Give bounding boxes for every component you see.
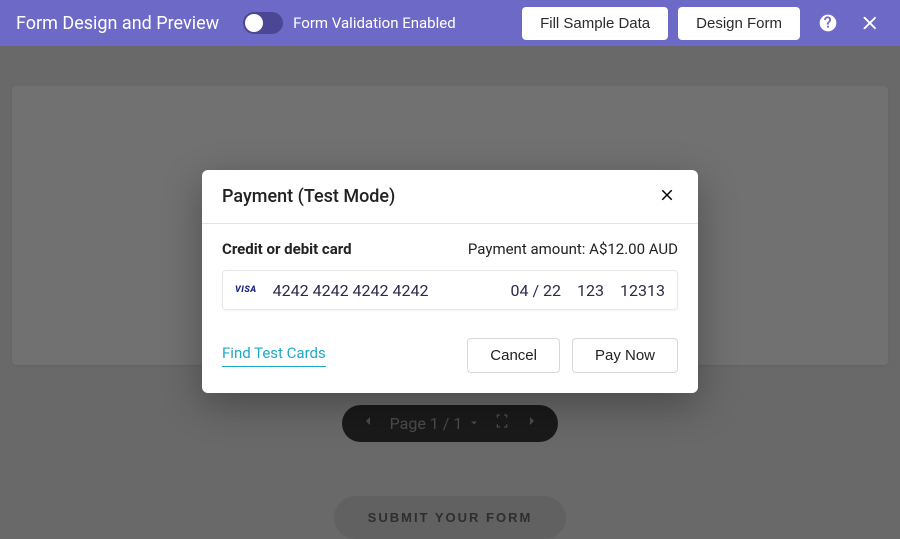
card-input[interactable]: VISA 4242 4242 4242 4242 04 / 22 123 123… (222, 270, 678, 310)
card-cvc-value: 123 (577, 281, 604, 300)
card-number-value: 4242 4242 4242 4242 (273, 281, 495, 300)
modal-footer: Find Test Cards Cancel Pay Now (222, 338, 678, 373)
modal-body: Credit or debit card Payment amount: A$1… (202, 224, 698, 393)
modal-close-button[interactable] (656, 184, 678, 209)
toggle-knob (245, 14, 263, 32)
card-section-label: Credit or debit card (222, 240, 352, 258)
card-expiry-value: 04 / 22 (511, 281, 562, 300)
close-icon (860, 13, 880, 33)
cancel-button[interactable]: Cancel (467, 338, 560, 373)
modal-labels-row: Credit or debit card Payment amount: A$1… (222, 240, 678, 258)
close-icon (658, 186, 676, 204)
validation-toggle[interactable] (243, 12, 283, 34)
modal-header: Payment (Test Mode) (202, 170, 698, 224)
fill-sample-data-button[interactable]: Fill Sample Data (522, 7, 668, 40)
modal-title: Payment (Test Mode) (222, 186, 395, 207)
payment-modal: Payment (Test Mode) Credit or debit card… (202, 170, 698, 393)
help-button[interactable] (814, 9, 842, 37)
design-form-button[interactable]: Design Form (678, 7, 800, 40)
top-bar: Form Design and Preview Form Validation … (0, 0, 900, 46)
visa-icon: VISA (235, 285, 257, 295)
find-test-cards-link[interactable]: Find Test Cards (222, 344, 326, 367)
validation-toggle-label: Form Validation Enabled (293, 14, 456, 32)
page-title: Form Design and Preview (16, 13, 219, 34)
close-header-button[interactable] (856, 9, 884, 37)
payment-amount-label: Payment amount: A$12.00 AUD (468, 240, 678, 258)
pay-now-button[interactable]: Pay Now (572, 338, 678, 373)
card-zip-value: 12313 (620, 281, 665, 300)
validation-toggle-wrap: Form Validation Enabled (243, 12, 456, 34)
help-icon (818, 13, 838, 33)
